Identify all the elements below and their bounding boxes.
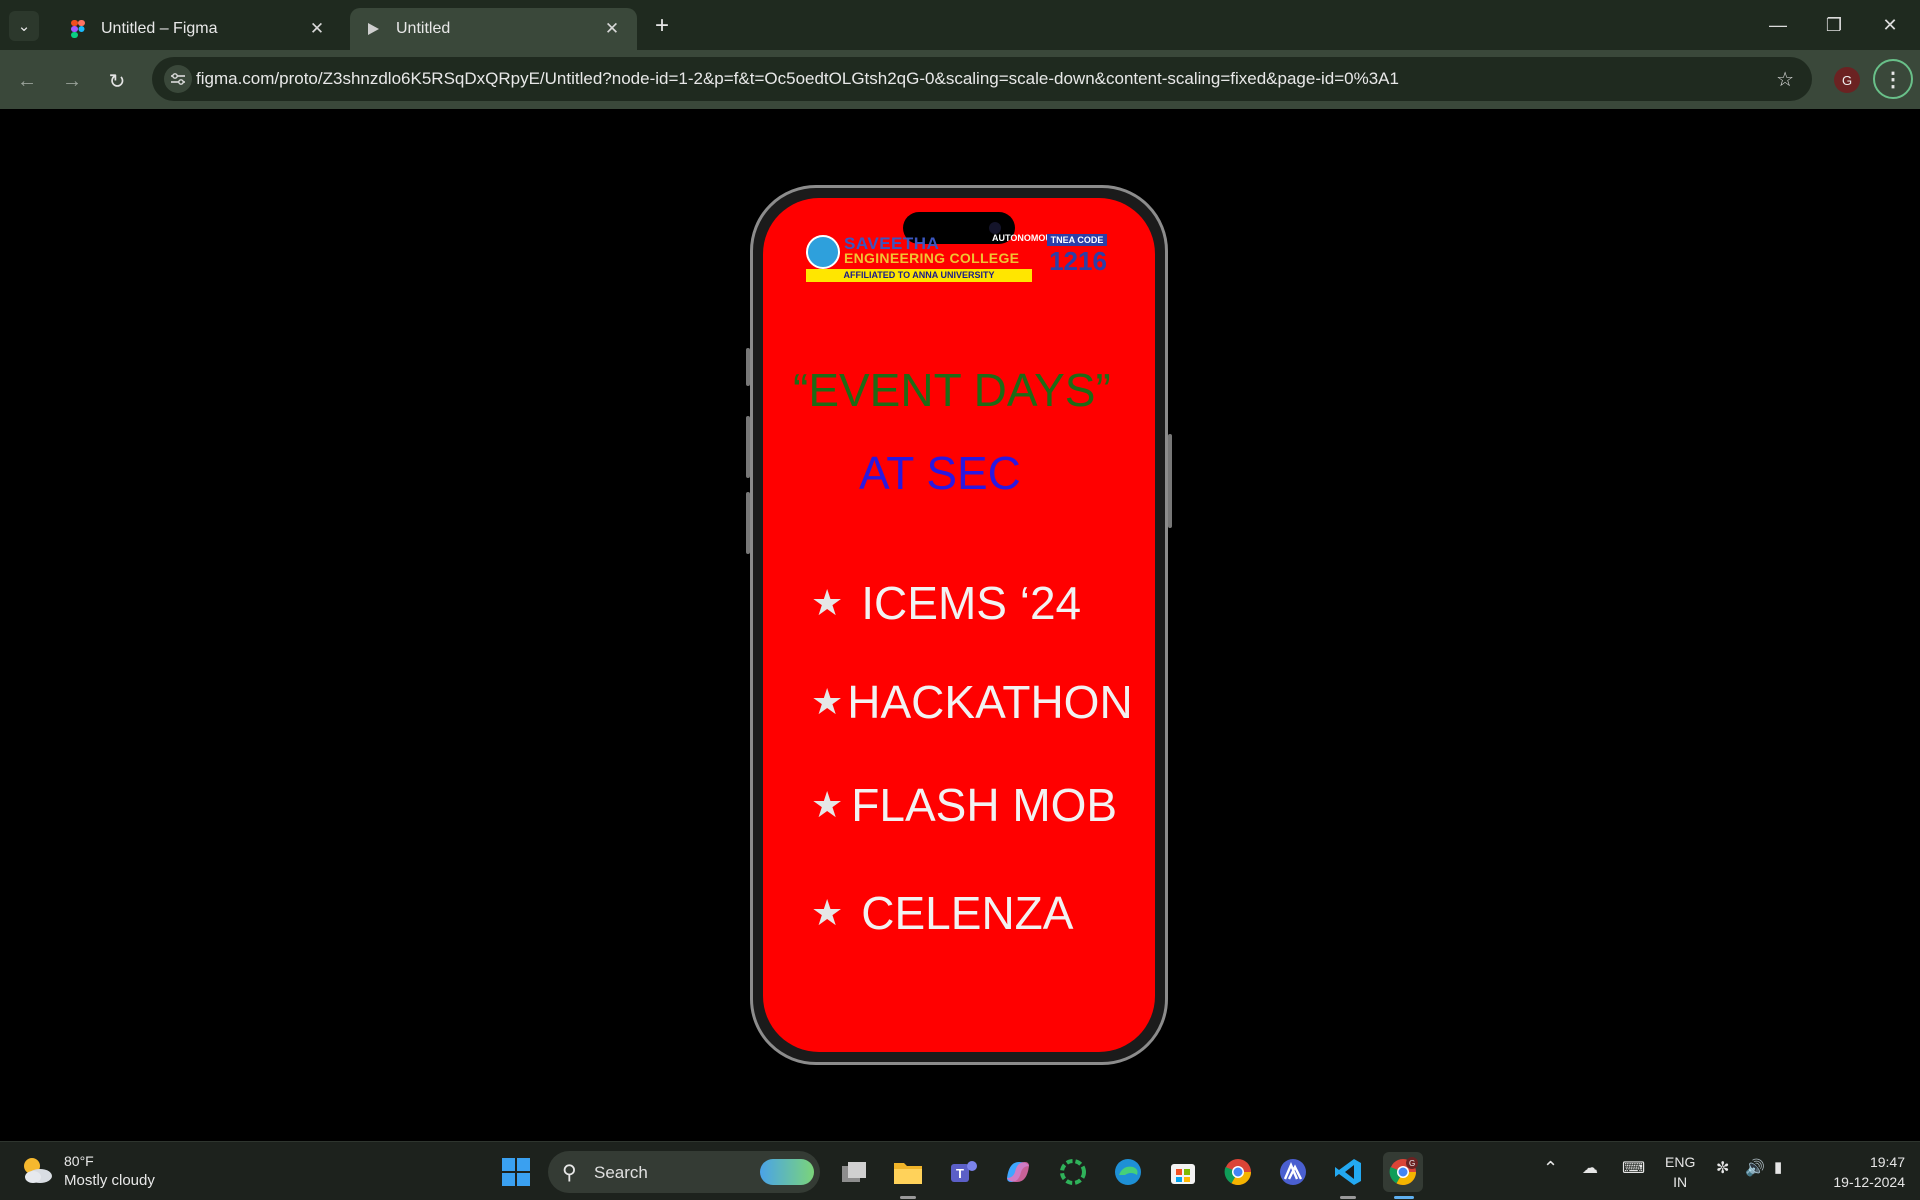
new-tab-button[interactable]: +: [648, 12, 676, 40]
bookmark-star-icon[interactable]: ☆: [1776, 67, 1794, 92]
restore-window-button[interactable]: ❐: [1806, 8, 1862, 42]
windows-start-icon[interactable]: [496, 1152, 536, 1192]
chrome-profile-taskbar-icon[interactable]: G: [1383, 1152, 1423, 1192]
at-sec-subtitle: AT SEC: [859, 447, 1021, 499]
svg-text:T: T: [956, 1166, 964, 1181]
event-name: CELENZA: [861, 887, 1074, 939]
close-tab-icon[interactable]: ✕: [601, 18, 623, 40]
star-bullet-icon: ★: [811, 892, 844, 933]
event-item: ★ CELENZA: [811, 886, 1073, 940]
running-indicator: [1340, 1196, 1356, 1199]
close-window-button[interactable]: ✕: [1862, 8, 1918, 42]
back-button[interactable]: ←: [10, 64, 44, 98]
chrome-icon[interactable]: [1218, 1152, 1258, 1192]
logo-line2: ENGINEERING COLLEGE: [844, 250, 1020, 266]
volume-icon[interactable]: 🔊: [1745, 1158, 1765, 1178]
arc-app-icon[interactable]: [1273, 1152, 1313, 1192]
close-tab-icon[interactable]: ✕: [306, 18, 328, 40]
college-logo: SAVEETHA AUTONOMOUS ENGINEERING COLLEGE …: [806, 232, 1058, 284]
taskbar-search-box[interactable]: ⚲ Search: [548, 1151, 820, 1193]
forward-button[interactable]: →: [55, 64, 89, 98]
active-indicator: [1394, 1196, 1414, 1199]
weather-temperature[interactable]: 80°F: [64, 1153, 94, 1169]
play-icon: [364, 20, 382, 38]
weather-description[interactable]: Mostly cloudy: [64, 1172, 155, 1189]
tab-label: Untitled – Figma: [101, 20, 218, 37]
event-name: FLASH MOB: [851, 779, 1118, 831]
browser-toolbar: ← → ↻ figma.com/proto/Z3shnzdlo6K5RSqDxQ…: [0, 50, 1920, 109]
event-name: HACKATHON: [847, 676, 1133, 728]
windows-taskbar: 80°F Mostly cloudy ⚲ Search T G ⌃ ☁ ⌨ EN…: [0, 1141, 1920, 1200]
phone-volume-up-button: [746, 416, 750, 478]
figma-icon: [69, 20, 87, 38]
minimize-window-button[interactable]: —: [1750, 8, 1806, 42]
star-bullet-icon: ★: [811, 582, 844, 623]
region-code: IN: [1673, 1174, 1688, 1190]
event-days-title: “EVENT DAYS”: [793, 364, 1111, 416]
tnea-code-badge: TNEA CODE 1216: [1047, 234, 1109, 276]
language-indicator[interactable]: ENG IN: [1665, 1152, 1695, 1192]
event-name: ICEMS ‘24: [861, 577, 1082, 629]
task-view-icon[interactable]: [834, 1152, 874, 1192]
search-highlight-art: [760, 1159, 814, 1185]
profile-badge: G: [1409, 1159, 1415, 1168]
clock-date: 19-12-2024: [1833, 1174, 1905, 1190]
system-clock[interactable]: 19:47 19-12-2024: [1815, 1152, 1905, 1192]
tnea-code: 1216: [1049, 246, 1107, 276]
phone-action-button: [746, 348, 750, 386]
site-settings-icon[interactable]: [164, 65, 192, 93]
onedrive-icon[interactable]: ☁: [1582, 1158, 1598, 1178]
url-text: figma.com/proto/Z3shnzdlo6K5RSqDxQRpyE/U…: [196, 69, 1399, 88]
profile-avatar[interactable]: G: [1834, 67, 1860, 93]
reload-button[interactable]: ↻: [100, 64, 134, 98]
prototype-viewport: SAVEETHA AUTONOMOUS ENGINEERING COLLEGE …: [0, 109, 1920, 1141]
teams-icon[interactable]: T: [944, 1152, 984, 1192]
show-hidden-icons-chevron-icon[interactable]: ⌃: [1543, 1158, 1558, 1179]
event-item: ★ ICEMS ‘24: [811, 576, 1081, 630]
search-icon: ⚲: [562, 1162, 577, 1184]
tab-figma-editor[interactable]: Untitled – Figma ✕: [55, 8, 342, 50]
phone-volume-down-button: [746, 492, 750, 554]
college-seal-icon: [806, 235, 840, 269]
phone-power-button: [1168, 434, 1172, 528]
clock-time: 19:47: [1869, 1154, 1905, 1170]
search-label: Search: [594, 1163, 648, 1182]
browser-menu-button[interactable]: ⋮: [1873, 59, 1913, 99]
running-indicator: [900, 1196, 916, 1199]
event-item: ★ FLASH MOB: [811, 778, 1117, 832]
microsoft-store-icon[interactable]: [1163, 1152, 1203, 1192]
keyboard-icon[interactable]: ⌨: [1622, 1158, 1645, 1178]
vscode-icon[interactable]: [1328, 1152, 1368, 1192]
phone-frame: SAVEETHA AUTONOMOUS ENGINEERING COLLEGE …: [746, 185, 1172, 1065]
weather-cloudy-icon[interactable]: [20, 1155, 54, 1185]
address-bar[interactable]: figma.com/proto/Z3shnzdlo6K5RSqDxQRpyE/U…: [152, 57, 1812, 101]
tnea-label: TNEA CODE: [1047, 234, 1107, 246]
tab-search-chevron-icon[interactable]: ⌄: [9, 11, 39, 41]
browser-tab-strip: ⌄ Untitled – Figma ✕ Untitled ✕ + — ❐ ✕: [0, 0, 1920, 50]
file-explorer-icon[interactable]: [888, 1152, 928, 1192]
wifi-icon[interactable]: ✼: [1716, 1158, 1729, 1178]
star-bullet-icon: ★: [811, 681, 844, 722]
copilot-icon[interactable]: [998, 1152, 1038, 1192]
battery-icon[interactable]: ▮: [1774, 1158, 1782, 1176]
tab-prototype[interactable]: Untitled ✕: [350, 8, 637, 50]
prototype-screen[interactable]: SAVEETHA AUTONOMOUS ENGINEERING COLLEGE …: [763, 198, 1155, 1052]
language-code: ENG: [1665, 1154, 1696, 1170]
edge-icon[interactable]: [1108, 1152, 1148, 1192]
tab-label: Untitled: [396, 20, 451, 37]
sync-app-icon[interactable]: [1053, 1152, 1093, 1192]
event-item: ★ HACKATHON: [811, 675, 1133, 729]
star-bullet-icon: ★: [811, 784, 844, 825]
logo-affiliation: AFFILIATED TO ANNA UNIVERSITY: [806, 269, 1032, 282]
